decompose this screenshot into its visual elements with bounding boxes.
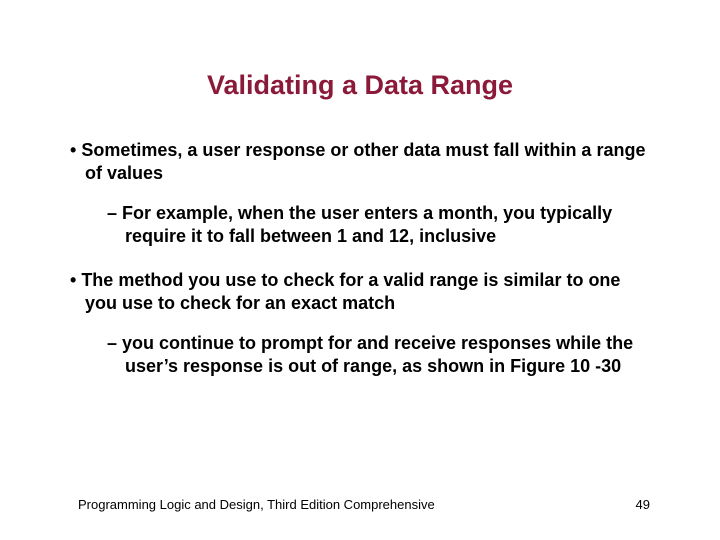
footer-source: Programming Logic and Design, Third Edit… (78, 497, 435, 512)
slide-footer: Programming Logic and Design, Third Edit… (78, 497, 650, 512)
slide-title: Validating a Data Range (70, 70, 650, 101)
bullet-level-2: For example, when the user enters a mont… (125, 202, 650, 247)
bullet-level-1: The method you use to check for a valid … (85, 269, 650, 314)
slide-container: Validating a Data Range Sometimes, a use… (0, 0, 720, 540)
bullet-level-1: Sometimes, a user response or other data… (85, 139, 650, 184)
page-number: 49 (636, 497, 650, 512)
bullet-level-2: you continue to prompt for and receive r… (125, 332, 650, 377)
slide-content: Sometimes, a user response or other data… (70, 139, 650, 377)
